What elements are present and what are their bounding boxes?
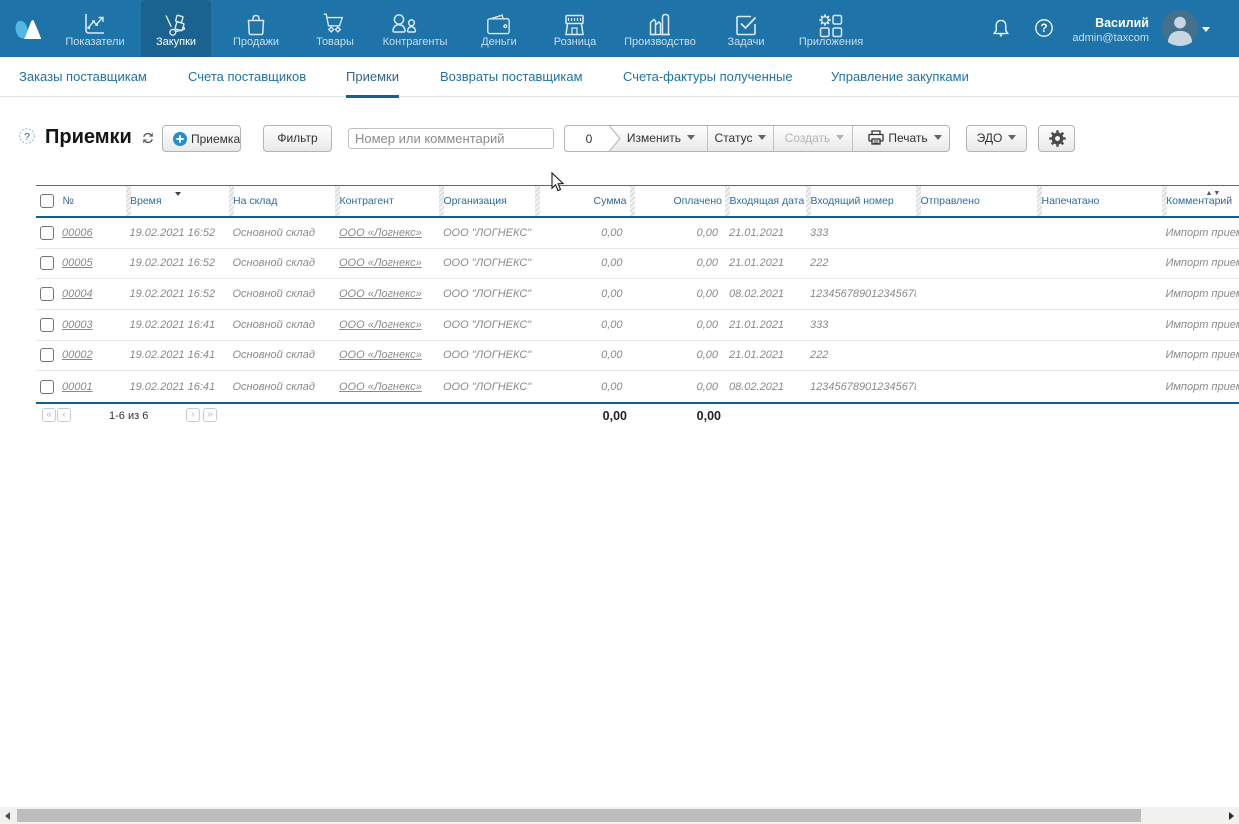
svg-text:0: 0 [586,132,593,146]
svg-text:?: ? [1040,23,1047,35]
svg-text:?: ? [24,131,30,143]
